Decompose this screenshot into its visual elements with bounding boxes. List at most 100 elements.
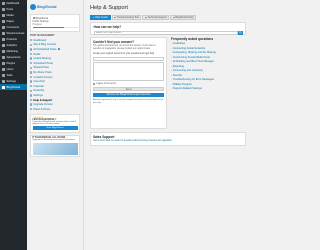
wp-menu-label: Comments xyxy=(6,25,20,29)
chevron-right-icon: › xyxy=(171,46,172,50)
wp-menu-label: Posts xyxy=(6,7,14,11)
chart-icon xyxy=(2,43,5,47)
wp-menu-label: WooCommerce xyxy=(6,31,25,35)
wp-menu-label: Pages xyxy=(6,19,14,23)
nav-item-icon xyxy=(30,75,33,79)
page-title: Help & Support xyxy=(90,5,128,11)
search-button[interactable] xyxy=(237,30,243,36)
help-search-box: How can we help? xyxy=(90,22,246,36)
account-field-label: Create your support account for your que… xyxy=(93,53,155,55)
remove-account-button[interactable]: Remove the Blog2Social support account xyxy=(93,92,164,98)
brush-icon xyxy=(2,55,5,59)
wp-admin-sidebar: Dashboard Posts Media Pages Comments WooComme… xyxy=(0,0,27,250)
nav-item-icon xyxy=(30,62,33,65)
chevron-right-icon: › xyxy=(171,51,172,55)
media-icon xyxy=(2,13,5,17)
megaphone-icon xyxy=(2,49,5,53)
status-dot-icon xyxy=(32,17,35,20)
wp-menu-label: Dashboard xyxy=(6,1,20,5)
nav-item-label: All Scheduled Posts xyxy=(33,47,57,51)
faq-list: › Guidelines › Connecting Social Networks › A… xyxy=(171,41,246,91)
tab[interactable]: Blog2Social FAQ xyxy=(170,15,197,21)
nav-item-icon xyxy=(30,94,33,97)
nav-item-label: Re-Share Posts xyxy=(33,70,52,74)
upgrade-card: IT BLOG2SOCIAL ALL IN ONE Upgrade to Pre… xyxy=(30,134,80,158)
nav-item-icon xyxy=(30,108,33,111)
contact-support-box: Couldn't find your answer? The guides an… xyxy=(90,37,167,130)
nav-item-label: Scheduled Posts xyxy=(33,61,53,65)
tab-icon xyxy=(92,16,95,19)
tab-bar: Help Center Troubleshooting Tool Technical… xyxy=(90,15,246,21)
plugin-nav-item[interactable]: Plans & Prices xyxy=(30,107,80,112)
message-textarea[interactable] xyxy=(93,62,164,82)
faq-item-label: Guidelines xyxy=(172,41,186,45)
faq-item-label: Reporting xyxy=(172,64,185,68)
sales-support-box: Sales Support Get in touch with our team… xyxy=(90,132,246,147)
faq-item-label: Security xyxy=(172,73,183,77)
nav-item-label: Help & Support xyxy=(33,98,53,102)
tab[interactable]: Technical Support xyxy=(142,15,170,21)
terms-label: I agree to the terms xyxy=(96,83,117,86)
sales-text[interactable]: Get in touch with our team for questions… xyxy=(93,140,243,143)
nav-item-icon xyxy=(30,98,33,102)
plugin-nav-panel: Blog2Social Blog2Social Profile Settings… xyxy=(27,0,84,250)
gear-icon xyxy=(2,79,5,83)
faq-item-label: Connecting Social Networks xyxy=(172,46,206,50)
wp-menu-item[interactable]: Blog2Social xyxy=(0,84,27,90)
nav-item-label: Drafts xyxy=(33,52,41,56)
nav-item-label: Calendar xyxy=(33,84,44,88)
nav-item-icon xyxy=(30,39,33,42)
send-button[interactable]: Send xyxy=(93,86,164,92)
chevron-right-icon: › xyxy=(171,69,172,73)
wp-menu-label: Plugins xyxy=(6,61,16,65)
tab[interactable]: Help Center xyxy=(90,15,111,21)
plugin-logo: Blog2Social xyxy=(30,2,80,12)
nav-item-label: Dashboard xyxy=(33,38,47,42)
nav-section-heading: POST MANAGEMENT xyxy=(30,34,55,37)
tab-label: Help Center xyxy=(95,16,108,20)
upgrade-text: Upgrade to Premium and unlock all featur… xyxy=(32,139,76,142)
sales-title: Sales Support xyxy=(93,135,115,140)
progress-label: Progress xyxy=(32,24,42,27)
contact-text: The guides and tips help you to find the… xyxy=(93,45,156,51)
rate-button[interactable]: Rate Blog2Social xyxy=(32,126,78,131)
nav-item-icon xyxy=(30,89,33,93)
login-note: Already registered? Log in to your suppo… xyxy=(93,98,163,104)
wp-menu-label: Tools xyxy=(6,73,13,77)
terms-checkbox[interactable] xyxy=(93,82,96,86)
chevron-right-icon: › xyxy=(171,78,172,82)
wp-menu-label: Users xyxy=(6,67,14,71)
search-icon xyxy=(238,31,242,35)
wrench-icon xyxy=(2,73,5,77)
nav-item-label: Upgrade Version xyxy=(33,103,53,107)
wp-menu-label: Media xyxy=(6,13,14,17)
nav-item-label: Site & Blog Content xyxy=(33,43,57,47)
nav-item-label: Auto-Post xyxy=(33,80,45,84)
nav-item-label: Shared Posts xyxy=(33,66,49,70)
chevron-right-icon: › xyxy=(171,87,172,91)
email-field[interactable] xyxy=(93,56,164,61)
chevron-right-icon: › xyxy=(171,73,172,77)
chevron-right-icon: › xyxy=(171,82,172,86)
tab[interactable]: Troubleshooting Tool xyxy=(111,15,142,21)
faq-item-label: Troubleshooting for Error Messages xyxy=(172,78,215,82)
plugin-nav-list: Dashboard Site & Blog Content All Schedule… xyxy=(30,38,80,112)
profile-settings-link[interactable]: Profile Settings xyxy=(33,20,78,23)
rating-card: ★★★★★ LIKE BLOG2SOCIAL? If you liked Blo… xyxy=(30,113,80,133)
nav-item-label: Instant Sharing xyxy=(33,57,51,61)
wp-menu-label: Settings xyxy=(6,79,16,83)
faq-item-label: Autoposting, Sharing and Re-Sharing xyxy=(172,51,216,55)
blog2social-logo-icon xyxy=(30,4,36,10)
faq-item[interactable]: › Support-Related Settings xyxy=(171,87,246,92)
product-icon xyxy=(2,37,5,41)
rating-text: If you liked Blog2Social and you find it… xyxy=(32,121,77,125)
nav-item-label: Curated Content xyxy=(33,75,53,79)
search-row xyxy=(93,30,243,36)
comment-icon xyxy=(2,25,5,29)
faq-item-label: Connecting and Licensing xyxy=(172,69,203,73)
nav-item-icon xyxy=(30,103,33,106)
progress-bar xyxy=(32,27,78,29)
profile-card: Blog2Social Profile Settings Progress xyxy=(30,14,80,32)
help-search-input[interactable] xyxy=(93,30,238,36)
chevron-right-icon: › xyxy=(171,41,172,45)
